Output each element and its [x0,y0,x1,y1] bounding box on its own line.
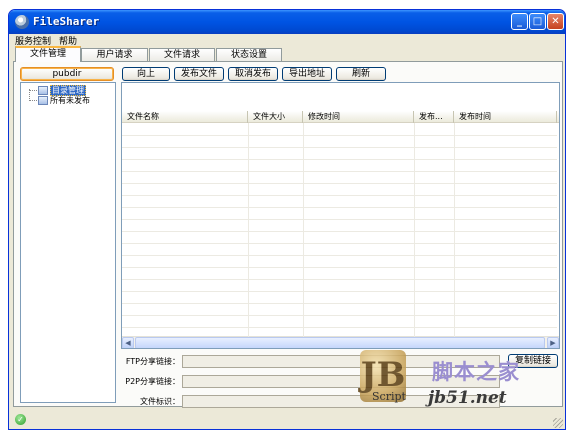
grid-row-line [122,327,557,328]
column-file-name[interactable]: 文件名称 [122,111,248,123]
p2p-link-label: P2P分享链接： [125,377,180,386]
tab-file-management[interactable]: 文件管理 [15,46,81,62]
refresh-button[interactable]: 刷新 [336,67,386,81]
grid-row-line [122,147,557,148]
grid-column-line [303,123,304,337]
grid-column-line [248,123,249,337]
grid-row-line [122,267,557,268]
watermark-url: jb51.net [428,388,507,408]
tree-item-all-unpublished[interactable]: 所有未发布 [38,95,90,106]
grid-column-line [414,123,415,337]
close-button[interactable]: ✕ [547,13,564,30]
watermark-site-name: 脚本之家 [432,360,520,384]
file-list-header: 文件名称 文件大小 修改时间 发布... 发布时间 [122,111,559,123]
watermark-script-text: Script [372,390,406,403]
grid-row-line [122,255,557,256]
column-modified-time[interactable]: 修改时间 [303,111,414,123]
grid-row-line [122,171,557,172]
tab-user-requests[interactable]: 用户请求 [81,48,148,61]
tree-connector [29,90,37,91]
grid-column-line [454,123,455,337]
unpublish-button[interactable]: 取消发布 [228,67,278,81]
file-id-label: 文件标识： [140,397,180,406]
tab-strip: 文件管理 用户请求 文件请求 状态设置 [13,46,563,62]
grid-row-line [122,183,557,184]
minimize-button[interactable]: _ [511,13,528,30]
grid-row-line [122,135,557,136]
column-publish-time[interactable]: 发布时间 [454,111,557,123]
export-address-button[interactable]: 导出地址 [282,67,332,81]
tab-status-settings[interactable]: 状态设置 [216,48,282,61]
directory-tree[interactable]: 目录管理 所有未发布 [20,82,116,403]
grid-row-line [122,243,557,244]
tree-connector [29,100,37,101]
file-list[interactable]: 文件名称 文件大小 修改时间 发布... 发布时间 ◀ ▶ [121,82,560,349]
watermark: JB Script 脚本之家 jb51.net [360,346,560,416]
folder-list-icon [38,86,48,95]
title-bar[interactable]: FileSharer _ □ ✕ [9,10,565,34]
grid-row-line [122,303,557,304]
publish-file-button[interactable]: 发布文件 [174,67,224,81]
up-button[interactable]: 向上 [122,67,170,81]
maximize-button[interactable]: □ [529,13,546,30]
grid-row-line [122,291,557,292]
grid-row-line [122,231,557,232]
column-published[interactable]: 发布... [414,111,454,123]
grid-row-line [122,207,557,208]
grid-row-line [122,279,557,280]
resize-grip[interactable] [553,418,563,428]
grid-row-line [122,315,557,316]
filesharer-logo-icon [15,15,29,29]
unpublished-files-icon [38,96,48,105]
check-ok-icon: ✓ [15,414,26,425]
tab-file-requests[interactable]: 文件请求 [149,48,215,61]
grid-row-line [122,219,557,220]
grid-row-line [122,195,557,196]
scroll-left-arrow-icon[interactable]: ◀ [122,337,134,348]
pubdir-button[interactable]: pubdir [20,67,114,81]
grid-row-line [122,159,557,160]
menu-bar: 服务控制 帮助 [9,34,565,47]
tree-item-label: 所有未发布 [50,96,90,105]
column-file-size[interactable]: 文件大小 [248,111,303,123]
ftp-link-label: FTP分享链接： [125,357,180,366]
window-title: FileSharer [33,15,100,28]
